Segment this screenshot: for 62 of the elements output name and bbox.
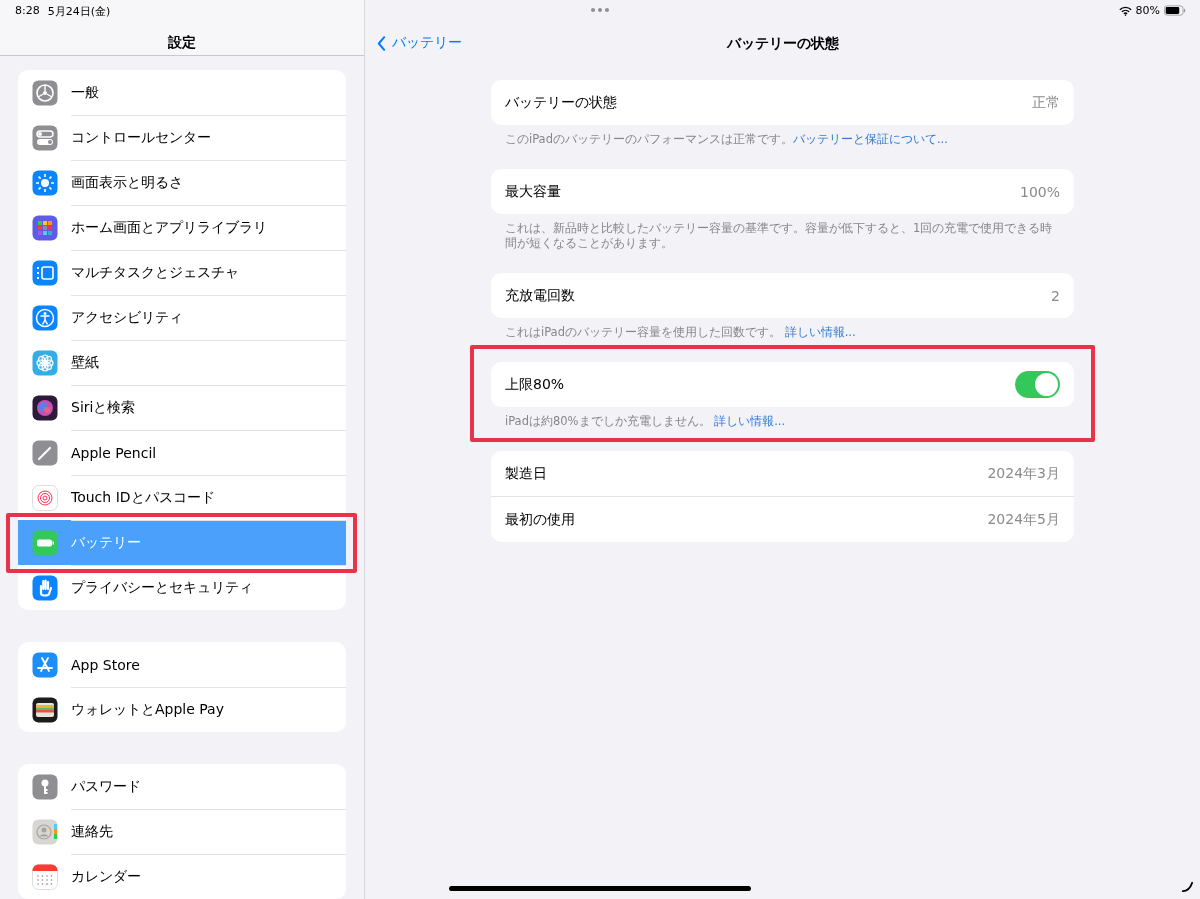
multitasking-dots-icon[interactable] — [591, 8, 609, 12]
footer-note: これは、新品時と比較したバッテリー容量の基準です。容量が低下すると、1回の充電で使用できる時間が短くなることがあります。 — [505, 221, 1054, 251]
chevron-left-icon — [377, 35, 386, 51]
row-value: 2024年3月 — [987, 464, 1060, 483]
row-label: 製造日 — [505, 464, 547, 483]
settings-item[interactable]: Apple Pencil — [18, 430, 346, 475]
pencil-icon — [32, 439, 58, 466]
settings-item[interactable]: 画面表示と明るさ — [18, 160, 346, 205]
battery-percent: 80% — [1135, 4, 1160, 17]
sun-icon — [32, 169, 58, 196]
calendar-icon — [32, 863, 58, 890]
info-link[interactable]: 詳しい情報... — [784, 325, 856, 339]
row-value: 2 — [1051, 287, 1060, 304]
contacts-icon — [32, 818, 58, 845]
battery-status-icon — [1164, 5, 1186, 16]
orb-icon — [32, 394, 58, 421]
multitask-icon — [32, 259, 58, 286]
footer-note: iPadは約80%までしか充電しません。 詳しい情報... — [505, 414, 787, 429]
settings-item[interactable]: Touch IDとパスコード — [18, 475, 346, 520]
settings-item[interactable]: パスワード — [18, 764, 346, 809]
row-value: 2024年5月 — [987, 510, 1060, 529]
settings-item[interactable]: 一般 — [18, 70, 346, 115]
curve-icon — [1181, 880, 1194, 893]
hand-icon — [32, 574, 58, 601]
key-icon — [32, 773, 58, 800]
settings-item[interactable]: アクセシビリティ — [18, 295, 346, 340]
settings-item[interactable]: マルチタスクとジェスチャ — [18, 250, 346, 295]
footer-note: このiPadのバッテリーのパフォーマンスは正常です。バッテリーと保証について... — [505, 132, 949, 147]
wifi-icon — [1118, 5, 1132, 16]
info-link[interactable]: バッテリーと保証について... — [792, 132, 948, 146]
row-value: 100% — [1019, 183, 1060, 200]
flower-icon — [32, 349, 58, 376]
settings-item[interactable]: ウォレットとApple Pay — [18, 687, 346, 732]
battery-icon — [32, 529, 58, 556]
settings-item[interactable]: 連絡先 — [18, 809, 346, 854]
row-label: 上限80% — [505, 375, 565, 394]
info-link[interactable]: 詳しい情報... — [714, 414, 786, 428]
row-label: バッテリーの状態 — [505, 93, 617, 112]
toggle-switch[interactable] — [1015, 371, 1060, 398]
settings-item[interactable]: 壁紙 — [18, 340, 346, 385]
row-label: 最大容量 — [505, 182, 561, 201]
settings-item[interactable]: ホーム画面とアプリライブラリ — [18, 205, 346, 250]
wallet-icon — [32, 696, 58, 723]
row-label: 充放電回数 — [505, 286, 575, 305]
row-value: 正常 — [1032, 93, 1060, 112]
page-title: バッテリーの状態 — [726, 35, 839, 53]
row-label: 最初の使用 — [505, 510, 575, 529]
footer-note: これはiPadのバッテリー容量を使用した回数です。 詳しい情報... — [505, 325, 857, 340]
accessibility-icon — [32, 304, 58, 331]
settings-item[interactable]: コントロールセンター — [18, 115, 346, 160]
settings-item[interactable]: カレンダー — [18, 854, 346, 899]
app-store-icon — [32, 651, 58, 678]
settings-item[interactable]: プライバシーとセキュリティ — [18, 565, 346, 610]
toggles-icon — [32, 124, 58, 151]
settings-item[interactable]: App Store — [18, 642, 346, 687]
fingerprint-icon — [32, 484, 58, 511]
back-button[interactable]: バッテリー — [377, 34, 462, 52]
app-grid-icon — [32, 214, 58, 241]
sidebar-title: 設定 — [168, 33, 196, 52]
settings-item[interactable]: Siriと検索 — [18, 385, 346, 430]
status-time: 8:28 — [15, 4, 40, 19]
status-date: 5月24日(金) — [47, 4, 111, 19]
